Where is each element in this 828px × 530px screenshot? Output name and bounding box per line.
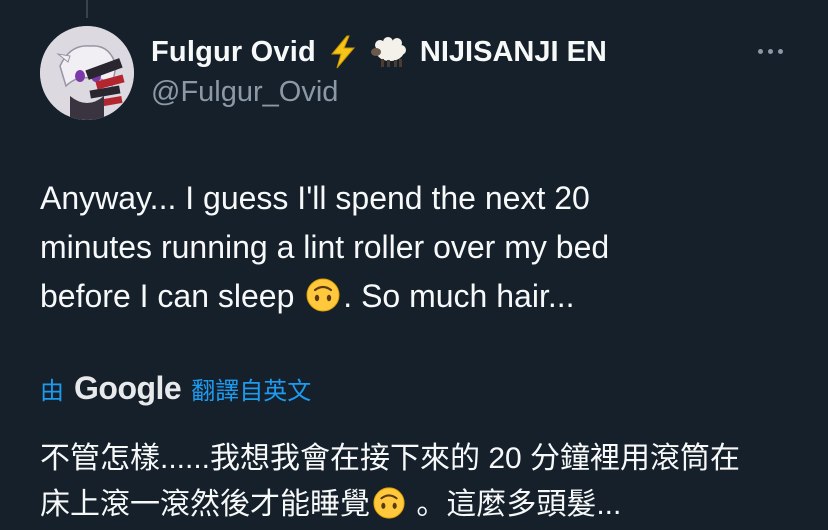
author-display-name[interactable]: Fulgur Ovid <box>151 36 316 69</box>
google-logo: Google <box>74 369 182 406</box>
sheep-icon <box>370 35 408 69</box>
translated-text-segment: 床上滾一滾然後才能睡覺 <box>40 488 370 521</box>
more-options-dot <box>777 48 783 54</box>
tweet-text-segment: . So much hair... <box>343 278 575 314</box>
author-name-row[interactable]: Fulgur Ovid NIJISANJI EN <box>151 34 607 70</box>
more-options-icon <box>757 48 763 54</box>
avatar-image <box>40 26 134 120</box>
tweet-text-line: before I can sleep . So much hair... <box>40 272 800 321</box>
upside-down-face-icon <box>372 486 406 520</box>
translated-from-link[interactable]: 翻譯自英文 <box>191 371 311 406</box>
translated-text-line: 不管怎樣......我想我會在接下來的 20 分鐘裡用滾筒在 <box>40 442 741 475</box>
translated-text: 不管怎樣......我想我會在接下來的 20 分鐘裡用滾筒在 床上滾一滾然後才能… <box>40 436 810 528</box>
more-options-button[interactable] <box>750 36 790 66</box>
upside-down-face-icon <box>305 277 341 313</box>
translated-text-segment: 。這麼多頭髮... <box>416 488 622 521</box>
lightning-icon <box>328 35 358 69</box>
avatar[interactable] <box>40 26 134 120</box>
author-handle[interactable]: @Fulgur_Ovid <box>151 76 338 109</box>
translation-attribution: 由 Google 翻譯自英文 <box>40 368 311 408</box>
tweet-text: Anyway... I guess I'll spend the next 20… <box>40 174 800 321</box>
tweet-text-line: minutes running a lint roller over my be… <box>40 229 610 265</box>
author-affiliation: NIJISANJI EN <box>419 35 607 68</box>
translated-by-label: 由 <box>40 377 64 405</box>
thread-connector-line <box>86 0 88 18</box>
more-options-dot <box>767 48 773 54</box>
tweet-text-line: Anyway... I guess I'll spend the next 20 <box>40 180 590 216</box>
translated-text-line: 床上滾一滾然後才能睡覺 。這麼多頭髮... <box>40 482 810 528</box>
tweet-text-segment: before I can sleep <box>40 278 295 314</box>
